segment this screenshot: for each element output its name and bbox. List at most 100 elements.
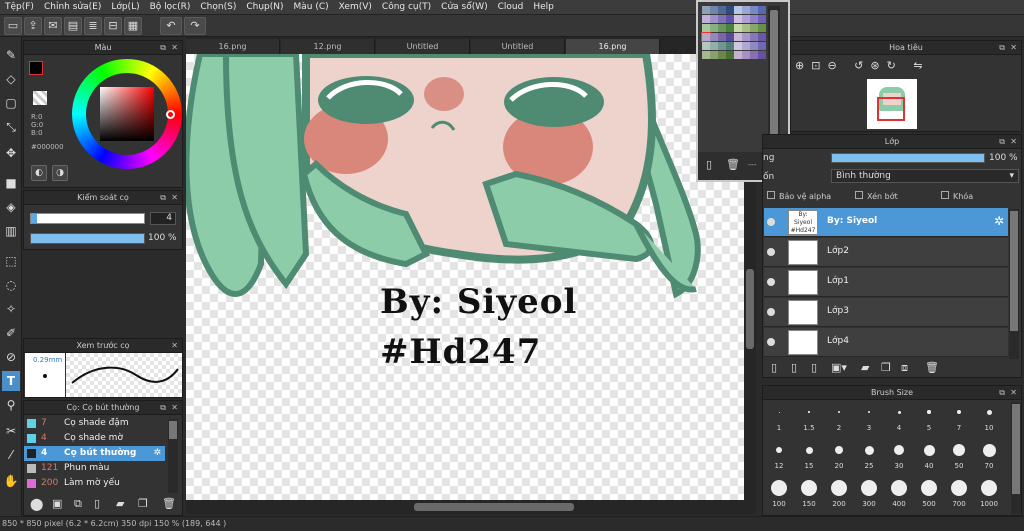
palette-swatch[interactable] <box>710 51 718 59</box>
palette-swatch[interactable] <box>758 15 766 23</box>
brush-size-option[interactable]: 7 <box>944 400 974 436</box>
tab-untitled-1[interactable]: Untitled <box>376 39 470 54</box>
palette-swatch[interactable] <box>734 24 742 32</box>
undock-icon[interactable]: ⧉ <box>999 386 1005 400</box>
palette-swatch[interactable] <box>758 51 766 59</box>
new-brush-icon[interactable]: ▯ <box>94 497 100 510</box>
close-icon[interactable]: ✕ <box>1010 135 1017 149</box>
rotate-right-icon[interactable]: ↻ <box>887 59 903 72</box>
tab-12-png[interactable]: 12.png <box>281 39 375 54</box>
brush-list-scrollbar[interactable] <box>168 419 178 493</box>
menu-edit[interactable]: Chỉnh sửa(E) <box>39 0 106 15</box>
palette-swatch[interactable] <box>750 24 758 32</box>
export-icon[interactable]: ⇪ <box>24 17 42 35</box>
protect-alpha-checkbox[interactable]: Bảo vệ alpha <box>767 191 831 201</box>
brush-size-option[interactable]: 1.5 <box>794 400 824 436</box>
undock-icon[interactable]: ⧉ <box>160 191 166 205</box>
undock-icon[interactable]: ⧉ <box>160 401 166 415</box>
comment-icon[interactable]: ✉ <box>44 17 62 35</box>
close-icon[interactable]: ✕ <box>171 41 178 55</box>
flip-icon[interactable]: ⇋ <box>913 59 929 72</box>
palette-swatch[interactable] <box>726 51 734 59</box>
palette-icon[interactable]: ◐ <box>31 165 47 181</box>
tab-16-png[interactable]: 16.png <box>186 39 280 54</box>
trash-icon[interactable]: 🗑 <box>925 361 939 374</box>
brush-size-slider[interactable] <box>30 213 145 224</box>
palette-swatch[interactable] <box>726 33 734 41</box>
hue-wheel[interactable] <box>72 59 182 169</box>
folder-icon[interactable]: ▰ <box>861 361 869 374</box>
color-mix-icon[interactable]: ◑ <box>52 165 68 181</box>
palette-swatch[interactable] <box>742 42 750 50</box>
undo-icon[interactable]: ↶ <box>160 17 182 35</box>
add-brush-icon[interactable]: ⬤ <box>30 497 43 511</box>
palette-swatch[interactable] <box>702 24 710 32</box>
brush-size-option[interactable]: 5 <box>914 400 944 436</box>
fill-rect-tool-icon[interactable]: ■ <box>2 173 20 193</box>
brush-size-option[interactable]: 200 <box>824 476 854 512</box>
palette-swatch[interactable] <box>758 6 766 14</box>
palette-swatch[interactable] <box>758 33 766 41</box>
palette-swatch[interactable] <box>702 42 710 50</box>
palette-scrollbar[interactable] <box>768 6 780 146</box>
palette-swatch[interactable] <box>734 33 742 41</box>
layer-row[interactable]: Lớp3 <box>764 298 1008 327</box>
layer-row[interactable]: Lớp4 <box>764 328 1008 357</box>
tab-16-png-active[interactable]: 16.png <box>566 39 660 54</box>
palette-swatch[interactable] <box>710 24 718 32</box>
undock-icon[interactable]: ⧉ <box>160 41 166 55</box>
canvas-horizontal-scrollbar[interactable] <box>186 500 756 514</box>
brush-size-option[interactable]: 10 <box>974 400 1004 436</box>
eye-icon[interactable] <box>767 248 775 256</box>
palette-swatch[interactable] <box>750 42 758 50</box>
palette-swatch[interactable] <box>702 6 710 14</box>
brush-size-option[interactable]: 70 <box>974 438 1004 474</box>
menu-filter[interactable]: Bộ lọc(R) <box>145 0 196 15</box>
palette-swatch[interactable] <box>758 42 766 50</box>
new-file-icon[interactable]: ▭ <box>4 17 22 35</box>
brush-size-option[interactable]: 12 <box>764 438 794 474</box>
viewport-rect[interactable] <box>877 97 905 121</box>
palette-swatch[interactable] <box>701 32 711 42</box>
brush-size-option[interactable]: 50 <box>944 438 974 474</box>
select-tool-icon[interactable]: ⬚ <box>2 251 20 271</box>
palette-swatch[interactable] <box>710 33 718 41</box>
zoom-tool-icon[interactable]: ⚲ <box>2 395 20 415</box>
new-palette-icon[interactable]: ▯ <box>706 158 712 171</box>
brush-list-item[interactable]: 121 Phun màu <box>24 461 165 476</box>
menu-color[interactable]: Màu (C) <box>289 0 334 15</box>
menu-window[interactable]: Cửa sổ(W) <box>436 0 492 15</box>
brush-size-option[interactable]: 300 <box>854 476 884 512</box>
brush-list-item[interactable]: 7 Cọ shade đậm <box>24 416 165 431</box>
palette-swatch[interactable] <box>718 42 726 50</box>
magic-wand-tool-icon[interactable]: ✧ <box>2 299 20 319</box>
eye-icon[interactable] <box>767 218 775 226</box>
redo-icon[interactable]: ↷ <box>184 17 206 35</box>
close-icon[interactable]: ✕ <box>1010 386 1017 400</box>
menu-view[interactable]: Xem(V) <box>334 0 377 15</box>
drawing-canvas[interactable]: By: Siyeol #Hd247 <box>186 54 744 500</box>
select-eraser-tool-icon[interactable]: ⊘ <box>2 347 20 367</box>
menu-capture[interactable]: Chụp(N) <box>241 0 288 15</box>
menu-layer[interactable]: Lớp(L) <box>106 0 144 15</box>
gear-icon[interactable]: ✲ <box>994 214 1004 228</box>
palette-swatch[interactable] <box>710 15 718 23</box>
brush-size-option[interactable]: 700 <box>944 476 974 512</box>
brush-size-option[interactable]: 20 <box>824 438 854 474</box>
menu-tools[interactable]: Công cụ(T) <box>377 0 436 15</box>
palette-swatch[interactable] <box>718 15 726 23</box>
close-icon[interactable]: ✕ <box>171 339 178 353</box>
list-icon[interactable]: ≣ <box>84 17 102 35</box>
palette-swatch[interactable] <box>750 6 758 14</box>
eraser-tool-icon[interactable]: ◇ <box>2 69 20 89</box>
reset-view-icon[interactable]: ⊛ <box>870 59 886 72</box>
new-layer-icon[interactable]: ▯ <box>771 361 777 374</box>
palette-swatch[interactable] <box>710 6 718 14</box>
brush-size-scrollbar[interactable] <box>1011 402 1021 514</box>
tab-untitled-2[interactable]: Untitled <box>471 39 565 54</box>
blend-mode-select[interactable]: Bình thường ▾ <box>831 169 1019 183</box>
palette-swatch[interactable] <box>734 6 742 14</box>
rect-select-tool-icon[interactable]: ▢ <box>2 93 20 113</box>
palette-grid[interactable] <box>701 4 766 92</box>
menu-cloud[interactable]: Cloud <box>493 0 529 15</box>
